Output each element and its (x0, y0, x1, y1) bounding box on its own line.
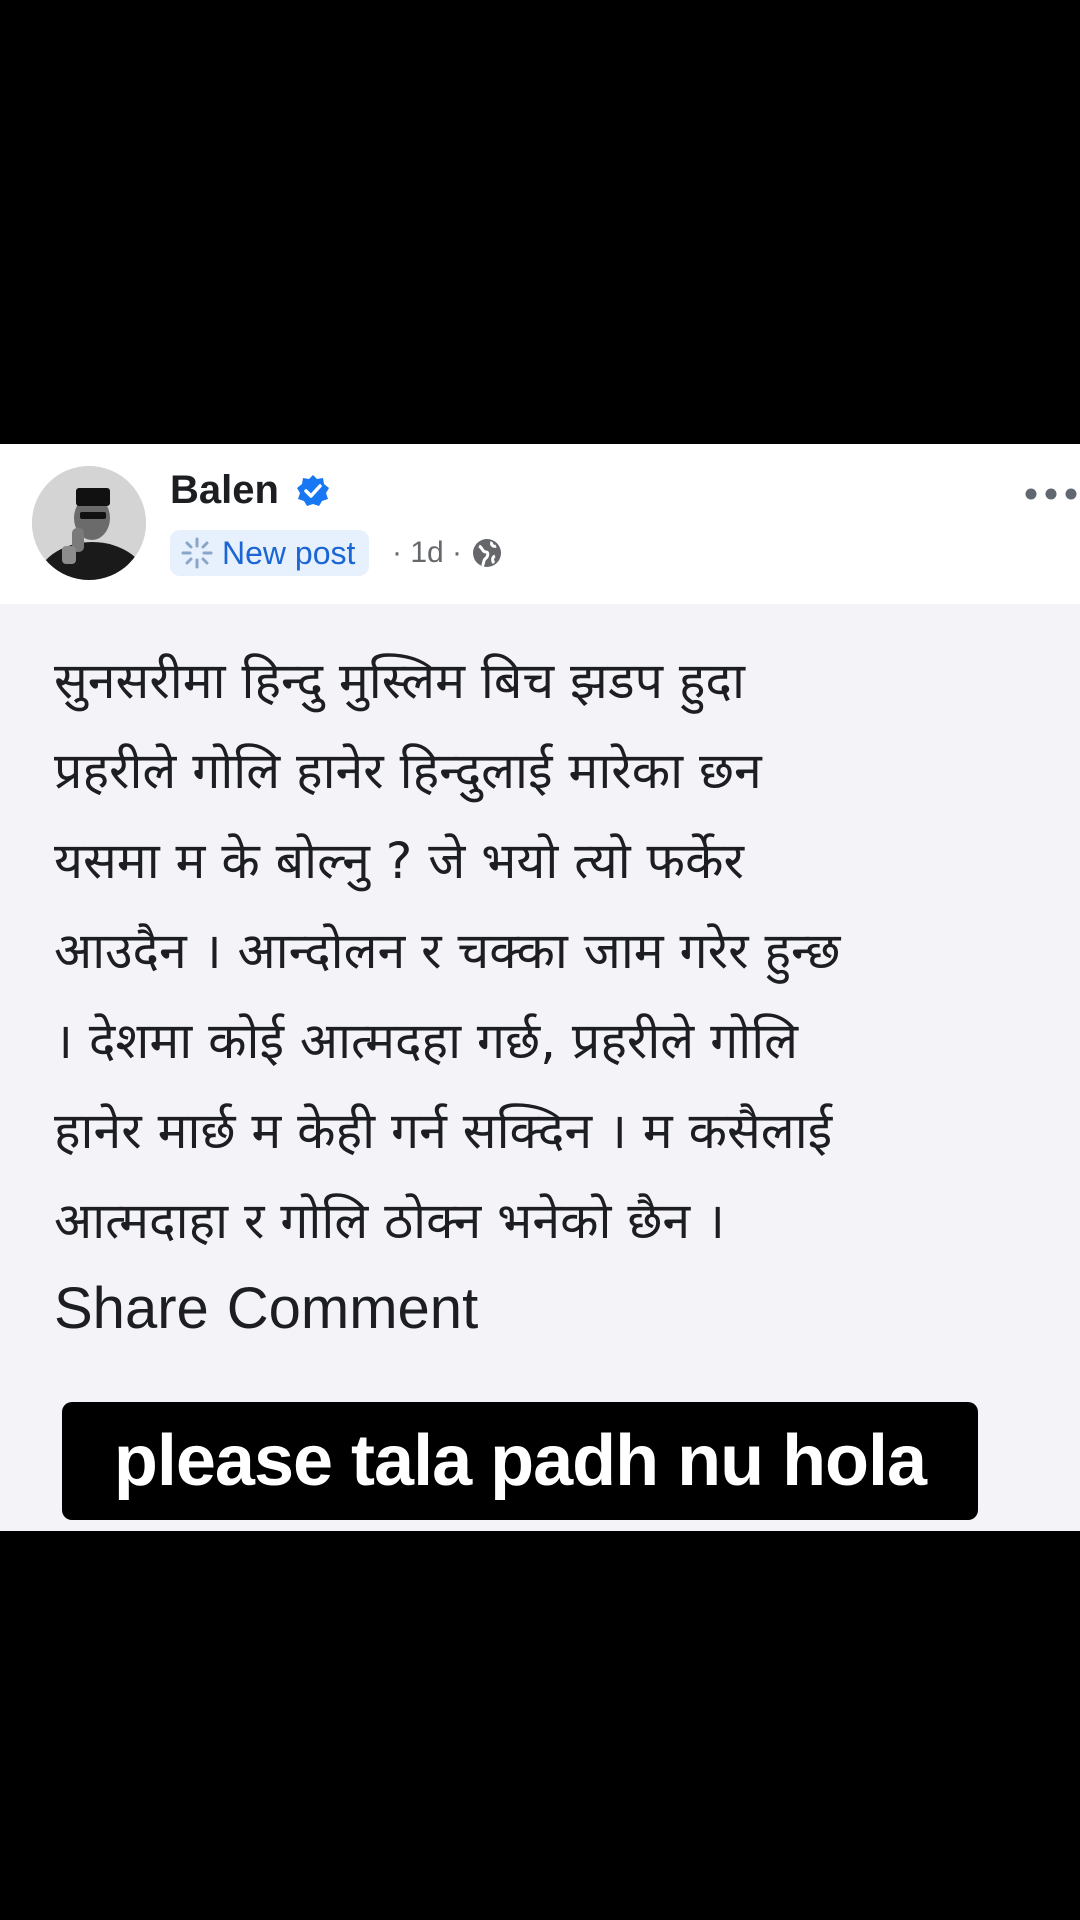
post-meta: · 1d · (392, 532, 504, 574)
more-options-icon[interactable] (1022, 484, 1080, 504)
post-body-line: । देशमा कोई आत्मदहा गर्छ, प्रहरीले गोलि (54, 1012, 799, 1070)
new-post-badge: New post (170, 530, 370, 576)
top-letterbox (0, 0, 1080, 444)
post-body-line: प्रहरीले गोलि हानेर हिन्दुलाई मारेका छन (54, 742, 762, 800)
post-body: सुनसरीमा हिन्दु मुस्लिम बिच झडप हुदा प्र… (54, 636, 1064, 1266)
caption-text: please tala padh nu hola (113, 1421, 927, 1501)
post-body-line: हानेर मार्छ म केही गर्न सक्दिन । म कसैला… (54, 1102, 833, 1160)
video-caption: please tala padh nu hola (62, 1402, 978, 1520)
post-card: Balen New post · 1d · सुनसरीमा हिन्दु मु… (0, 444, 1080, 1531)
post-body-line: सुनसरीमा हिन्दु मुस्लिम बिच झडप हुदा (54, 652, 745, 710)
verified-badge-icon (297, 475, 329, 506)
avatar[interactable] (32, 466, 146, 580)
sparkle-icon (181, 537, 213, 569)
new-post-label: New post (222, 534, 356, 571)
comment-button[interactable]: Comment (227, 1274, 478, 1344)
share-button[interactable]: Share (54, 1274, 209, 1344)
bottom-letterbox (0, 1531, 1080, 1920)
globe-icon (473, 539, 502, 568)
avatar-photo (32, 466, 146, 580)
post-body-line: आत्मदाहा र गोलि ठोक्न भनेको छैन । (54, 1192, 725, 1250)
post-body-line: आउदैन । आन्दोलन र चक्का जाम गरेर हुन्छ (54, 922, 841, 980)
post-header: Balen New post · 1d · (0, 444, 1080, 604)
post-actions: Share Comment (54, 1274, 478, 1344)
post-body-line: यसमा म के बोल्नु ? जे भयो त्यो फर्केर (54, 832, 744, 890)
post-timestamp[interactable]: · 1d · (392, 536, 462, 570)
author-name[interactable]: Balen (170, 466, 279, 514)
